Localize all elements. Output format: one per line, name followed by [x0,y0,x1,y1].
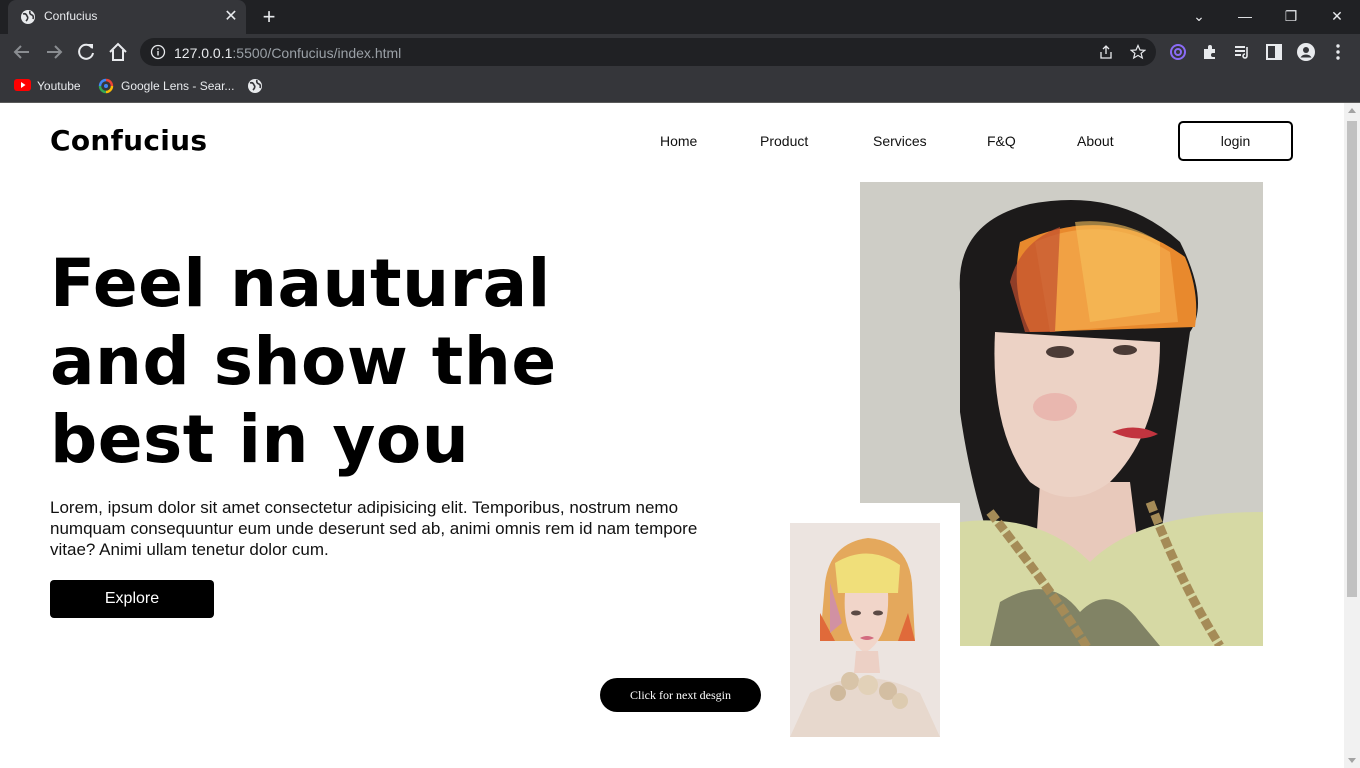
hero-photo-small [790,523,940,737]
globe-icon [21,10,35,24]
share-icon[interactable] [1098,44,1114,60]
back-icon[interactable] [10,40,34,64]
nav-home[interactable]: Home [660,133,697,149]
explore-button[interactable]: Explore [50,580,214,618]
extension-icon[interactable] [1200,42,1220,62]
plus-icon[interactable]: + [258,6,280,28]
bookmark-globe[interactable] [247,76,267,96]
scroll-thumb[interactable] [1347,121,1357,597]
hero-heading-line: and show the [50,323,557,400]
nav-product[interactable]: Product [760,133,808,149]
bookmark-label: Google Lens - Sear... [121,79,235,93]
minimize-icon[interactable]: — [1222,0,1268,34]
login-button[interactable]: login [1178,121,1293,161]
restore-icon[interactable]: ❐ [1268,0,1314,34]
reading-list-icon[interactable] [1232,42,1252,62]
nav-services[interactable]: Services [873,133,927,149]
chevron-down-icon[interactable]: ⌄ [1176,0,1222,34]
at-extension-icon[interactable] [1168,42,1188,62]
tab-title: Confucius [44,9,98,23]
next-design-button[interactable]: Click for next desgin [600,678,761,712]
browser-tab[interactable]: Confucius ✕ [8,0,246,34]
nav-fq[interactable]: F&Q [987,133,1016,149]
bookmark-youtube[interactable]: Youtube [14,76,84,96]
hero-heading: Feel nautural and show the best in you [50,245,610,479]
google-lens-icon [98,78,114,94]
star-icon[interactable] [1130,44,1146,60]
tab-strip: Confucius ✕ + ⌄ — ❐ ✕ [0,0,1360,34]
youtube-icon [14,79,31,91]
hero-heading-line: Feel nautural [50,245,551,322]
url-host: 127.0.0.1 [174,45,233,61]
hero-heading-line: best in you [50,401,470,478]
info-icon[interactable] [150,44,166,60]
menu-icon[interactable] [1328,42,1348,62]
web-page: Confucius Home Product Services F&Q Abou… [0,103,1344,768]
globe-icon [248,79,262,93]
address-bar[interactable]: 127.0.0.1:5500/Confucius/index.html [140,38,1156,66]
url-path: :5500/Confucius/index.html [232,45,402,61]
scroll-up-arrow[interactable] [1348,108,1356,113]
bookmarks-bar: Youtube Google Lens - Sear... [0,70,1360,103]
side-panel-icon[interactable] [1264,42,1284,62]
scroll-down-arrow[interactable] [1348,758,1356,763]
site-logo[interactable]: Confucius [50,124,207,157]
home-icon[interactable] [106,40,130,64]
profile-icon[interactable] [1296,42,1316,62]
page-scrollbar[interactable] [1344,103,1360,768]
bookmark-google-lens[interactable]: Google Lens - Sear... [98,76,238,96]
window-close-icon[interactable]: ✕ [1314,0,1360,34]
nav-about[interactable]: About [1077,133,1114,149]
url-text: 127.0.0.1:5500/Confucius/index.html [174,45,401,61]
forward-icon[interactable] [42,40,66,64]
close-icon[interactable]: ✕ [222,8,240,26]
reload-icon[interactable] [74,40,98,64]
browser-toolbar: 127.0.0.1:5500/Confucius/index.html [0,34,1360,70]
hero-paragraph: Lorem, ipsum dolor sit amet consectetur … [50,498,698,559]
bookmark-label: Youtube [37,79,81,93]
